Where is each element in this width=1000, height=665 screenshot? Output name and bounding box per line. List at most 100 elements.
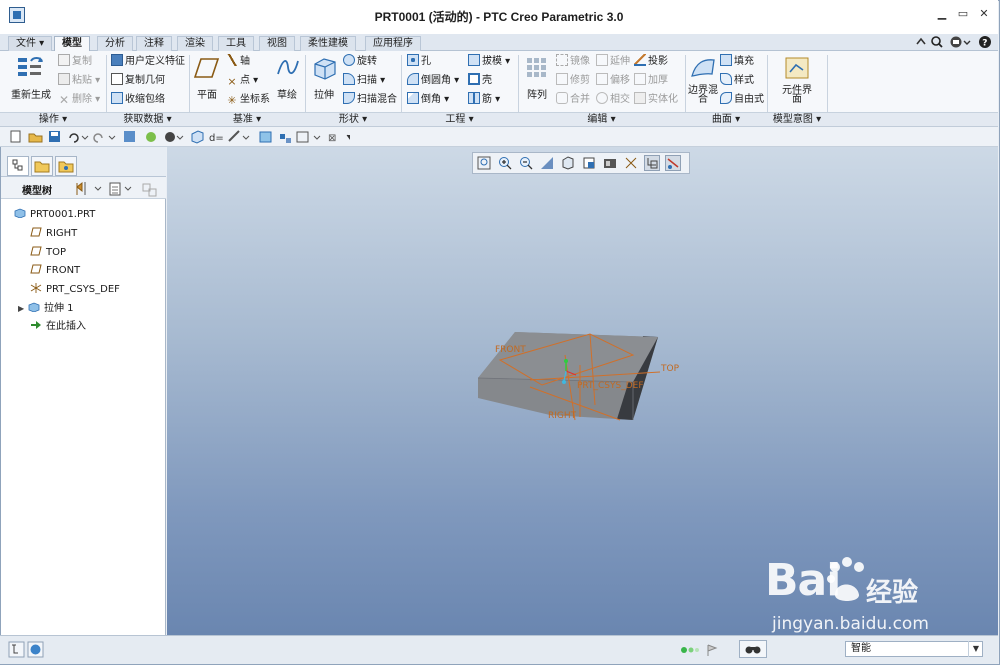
sketch-button[interactable]: 草绘 — [272, 86, 302, 101]
delete-button[interactable]: ✕ 删除 ▾ — [58, 91, 100, 109]
group-shapes[interactable]: 形状 ▾ — [305, 113, 401, 126]
draft-button[interactable]: 拔模 ▾ — [468, 53, 510, 71]
thicken-button[interactable]: 加厚 — [634, 72, 668, 90]
expand-arrow-icon[interactable]: ▶ — [18, 300, 28, 318]
rib-button[interactable]: 筋 ▾ — [468, 91, 500, 109]
appearance-icon[interactable] — [259, 131, 272, 143]
extend-button[interactable]: 延伸 — [596, 53, 630, 71]
component-interface-button[interactable]: 元件界面 — [780, 86, 814, 105]
repaint-button[interactable] — [539, 155, 555, 171]
style-button[interactable]: 样式 — [720, 72, 754, 90]
find-button[interactable] — [739, 640, 767, 658]
refit-button[interactable] — [476, 155, 492, 171]
hole-button[interactable]: 孔 — [407, 53, 431, 71]
favorites-tab[interactable] — [55, 156, 77, 176]
chevron-down-icon[interactable] — [124, 186, 132, 191]
view-manager-button[interactable] — [602, 155, 618, 171]
chevron-down-icon[interactable] — [963, 40, 971, 45]
display-style-icon[interactable] — [165, 132, 175, 142]
close-window-icon[interactable]: ⊠ — [328, 133, 336, 144]
csys-button[interactable]: ✳ 坐标系 — [226, 91, 270, 109]
spin-center-button[interactable] — [644, 155, 660, 171]
tab-applications[interactable]: 应用程序 — [365, 36, 421, 51]
tab-file[interactable]: 文件 ▾ — [8, 36, 53, 51]
mirror-button[interactable]: 镜像 — [556, 53, 590, 71]
chevron-down-icon[interactable] — [94, 186, 102, 191]
tree-item-csys[interactable]: PRT_CSYS_DEF — [30, 281, 120, 299]
saved-orientations-button[interactable] — [581, 155, 597, 171]
tree-item-part[interactable]: PRT0001.PRT — [14, 206, 95, 224]
offset-button[interactable]: 偏移 — [596, 72, 630, 90]
tab-render[interactable]: 渲染 — [177, 36, 213, 51]
view-manager-icon[interactable] — [296, 131, 309, 143]
copy-button[interactable]: 复制 — [58, 53, 92, 71]
tab-tools[interactable]: 工具 — [218, 36, 254, 51]
annotation-display-button[interactable] — [665, 155, 681, 171]
model-tree-menu[interactable]: 模型树 — [22, 182, 52, 197]
sweep-button[interactable]: 扫描 ▾ — [343, 72, 385, 90]
regenerate-button[interactable]: 重新生成 — [8, 86, 54, 101]
open-icon[interactable] — [28, 133, 43, 143]
new-icon[interactable] — [10, 130, 21, 143]
solidify-button[interactable]: 实体化 — [634, 91, 678, 109]
group-operations[interactable]: 操作 ▾ — [0, 113, 106, 126]
trim-button[interactable]: 修剪 — [556, 72, 590, 90]
tab-analysis[interactable]: 分析 — [97, 36, 133, 51]
measure-icon[interactable] — [228, 130, 240, 142]
display-style-button[interactable] — [560, 155, 576, 171]
layer-icon[interactable] — [280, 134, 285, 139]
plane-button[interactable]: 平面 — [192, 86, 222, 101]
tree-item-insert-here[interactable]: 在此插入 — [30, 318, 86, 336]
project-button[interactable]: 投影 — [634, 53, 668, 71]
navigator-toggle-icon[interactable] — [8, 641, 25, 658]
merge-button[interactable]: 合并 — [556, 91, 590, 109]
tree-item-top[interactable]: TOP — [30, 244, 66, 262]
regenerate-small-icon[interactable] — [124, 131, 135, 142]
chevron-down-icon[interactable]: ▼ — [968, 641, 983, 657]
tab-annotate[interactable]: 注释 — [136, 36, 172, 51]
round-button[interactable]: 倒圆角 ▾ — [407, 72, 459, 90]
pattern-button[interactable]: 阵列 — [521, 86, 553, 101]
tab-view[interactable]: 视图 — [259, 36, 295, 51]
zoom-out-button[interactable] — [518, 155, 534, 171]
fill-button[interactable]: 填充 — [720, 53, 754, 71]
tree-item-right[interactable]: RIGHT — [30, 225, 77, 243]
intersect-button[interactable]: 相交 — [596, 91, 630, 109]
shrinkwrap-button[interactable]: 收缩包络 — [111, 91, 165, 109]
tree-item-front[interactable]: FRONT — [30, 262, 80, 280]
freestyle-button[interactable]: 自由式 — [720, 91, 764, 109]
folder-browser-tab[interactable] — [31, 156, 53, 176]
udf-button[interactable]: 用户定义特征 — [111, 53, 185, 71]
group-model-intent[interactable]: 模型意图 ▾ — [767, 113, 827, 126]
selection-filter[interactable]: 智能 — [845, 641, 983, 657]
copy-geometry-button[interactable]: 复制几何 — [111, 72, 165, 90]
dimension-icon[interactable]: d= — [209, 133, 224, 144]
extrude-button[interactable]: 拉伸 — [308, 86, 340, 101]
group-surfaces[interactable]: 曲面 ▾ — [685, 113, 767, 126]
restore-button[interactable]: ▭ — [955, 6, 971, 22]
group-get-data[interactable]: 获取数据 ▾ — [106, 113, 189, 126]
tree-item-extrude[interactable]: ▶ 拉伸 1 — [18, 300, 74, 318]
tab-flexible-modeling[interactable]: 柔性建模 — [300, 36, 356, 51]
redo-icon[interactable] — [93, 133, 103, 143]
settings-icon[interactable] — [76, 181, 83, 195]
undo-icon[interactable] — [69, 133, 79, 143]
model-tree-tab[interactable] — [7, 156, 29, 176]
swept-blend-button[interactable]: 扫描混合 — [343, 91, 397, 109]
boundary-blend-button[interactable]: 边界混合 — [688, 86, 718, 105]
point-button[interactable]: × 点 ▾ — [226, 72, 258, 90]
group-engineering[interactable]: 工程 ▾ — [401, 113, 518, 126]
chamfer-button[interactable]: 倒角 ▾ — [407, 91, 449, 109]
close-button[interactable]: ✕ — [976, 6, 992, 22]
minimize-button[interactable]: ▁ — [934, 6, 950, 22]
windows-icon[interactable] — [146, 132, 156, 142]
paste-button[interactable]: 粘贴 ▾ — [58, 72, 100, 90]
group-editing[interactable]: 编辑 ▾ — [518, 113, 685, 126]
search-icon[interactable] — [931, 36, 941, 46]
saved-orientations-icon[interactable] — [191, 130, 204, 144]
group-datum[interactable]: 基准 ▾ — [189, 113, 305, 126]
zoom-in-button[interactable] — [497, 155, 513, 171]
datum-display-button[interactable] — [623, 155, 639, 171]
chevron-up-icon[interactable] — [916, 37, 926, 45]
revolve-button[interactable]: 旋转 — [343, 53, 377, 71]
